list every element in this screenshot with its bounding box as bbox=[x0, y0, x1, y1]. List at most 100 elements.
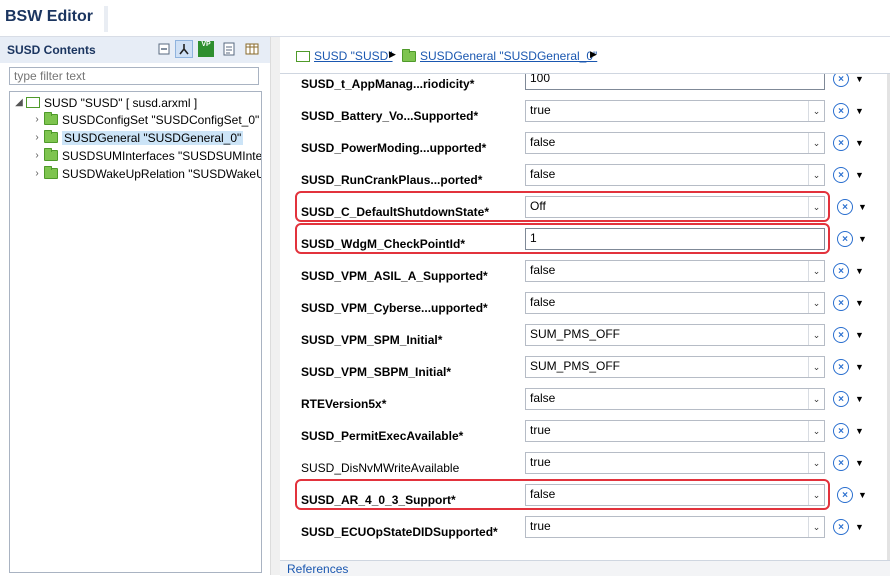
vp-res-icon[interactable]: VP bbox=[197, 40, 215, 58]
row-menu-arrow-icon[interactable]: ▼ bbox=[855, 426, 864, 436]
highlight-box bbox=[295, 479, 830, 510]
dropdown-chevron-icon[interactable]: ⌄ bbox=[808, 453, 824, 473]
table-icon[interactable] bbox=[243, 40, 261, 58]
parameter-combo[interactable]: true ⌄ bbox=[525, 516, 825, 538]
dropdown-chevron-icon[interactable]: ⌄ bbox=[808, 133, 824, 153]
row-menu-arrow-icon[interactable]: ▼ bbox=[855, 74, 864, 84]
parameter-combo[interactable]: false ⌄ bbox=[525, 260, 825, 282]
collapsed-chevron-icon[interactable]: › bbox=[32, 168, 42, 179]
breadcrumb-separator-icon: ▶ bbox=[590, 49, 597, 59]
row-menu-arrow-icon[interactable]: ▼ bbox=[855, 138, 864, 148]
dropdown-chevron-icon[interactable]: ⌄ bbox=[808, 165, 824, 185]
dropdown-chevron-icon[interactable]: ⌄ bbox=[808, 421, 824, 441]
reset-default-icon[interactable]: × bbox=[833, 167, 849, 183]
reset-default-icon[interactable]: × bbox=[833, 103, 849, 119]
folder-icon bbox=[44, 148, 58, 161]
reset-default-icon[interactable]: × bbox=[833, 359, 849, 375]
dropdown-chevron-icon[interactable]: ⌄ bbox=[808, 357, 824, 377]
parameter-row: SUSD_WdgM_CheckPointId* 1 × ▼ bbox=[280, 223, 890, 260]
collapsed-chevron-icon[interactable]: › bbox=[32, 150, 42, 161]
parameter-text-field[interactable]: 100 bbox=[525, 74, 825, 90]
row-menu-arrow-icon[interactable]: ▼ bbox=[858, 234, 867, 244]
collapsed-chevron-icon[interactable]: › bbox=[32, 132, 42, 143]
reset-default-icon[interactable]: × bbox=[837, 199, 853, 215]
parameter-combo[interactable]: true ⌄ bbox=[525, 100, 825, 122]
row-menu-arrow-icon[interactable]: ▼ bbox=[855, 170, 864, 180]
reset-default-icon[interactable]: × bbox=[833, 263, 849, 279]
reset-default-icon[interactable]: × bbox=[833, 455, 849, 471]
parameter-combo[interactable]: true ⌄ bbox=[525, 420, 825, 442]
expanded-chevron-icon[interactable]: ◢ bbox=[14, 97, 24, 108]
row-menu-arrow-icon[interactable]: ▼ bbox=[855, 106, 864, 116]
reset-default-icon[interactable]: × bbox=[833, 327, 849, 343]
tree-node-susdwakeuprelation[interactable]: › SUSDWakeUpRelation "SUSDWakeUp bbox=[32, 165, 261, 182]
row-menu-arrow-icon[interactable]: ▼ bbox=[855, 522, 864, 532]
tree-node-susdconfigset[interactable]: › SUSDConfigSet "SUSDConfigSet_0" bbox=[32, 111, 259, 128]
parameter-label: SUSD_DisNvMWriteAvailable bbox=[301, 461, 460, 475]
breadcrumb-link[interactable]: SUSD "SUSD" bbox=[314, 49, 393, 63]
row-menu-arrow-icon[interactable]: ▼ bbox=[855, 266, 864, 276]
parameter-value: SUM_PMS_OFF bbox=[530, 359, 621, 373]
parameter-value: false bbox=[530, 295, 556, 309]
tree-node-susdgeneral[interactable]: › SUSDGeneral "SUSDGeneral_0" bbox=[32, 129, 244, 146]
dropdown-chevron-icon[interactable]: ⌄ bbox=[808, 389, 824, 409]
document-icon[interactable] bbox=[220, 40, 238, 58]
parameter-row: SUSD_t_AppManag...riodicity* 100 × ▼ bbox=[280, 74, 890, 100]
parameter-value: false bbox=[530, 167, 556, 181]
folder-icon bbox=[44, 130, 58, 143]
editor-panel: SUSD "SUSD" ▶ SUSDGeneral "SUSDGeneral_0… bbox=[280, 37, 890, 576]
panel-splitter[interactable] bbox=[270, 37, 280, 575]
tree-filter-input[interactable] bbox=[9, 67, 259, 85]
link-editor-icon[interactable] bbox=[175, 40, 193, 58]
row-menu-arrow-icon[interactable]: ▼ bbox=[855, 458, 864, 468]
row-menu-arrow-icon[interactable]: ▼ bbox=[855, 298, 864, 308]
row-menu-arrow-icon[interactable]: ▼ bbox=[858, 202, 867, 212]
dropdown-chevron-icon[interactable]: ⌄ bbox=[808, 293, 824, 313]
row-menu-arrow-icon[interactable]: ▼ bbox=[855, 330, 864, 340]
parameter-combo[interactable]: SUM_PMS_OFF ⌄ bbox=[525, 356, 825, 378]
bottom-tab-bar: References bbox=[280, 560, 890, 576]
parameter-label: SUSD_VPM_Cyberse...upported* bbox=[301, 301, 488, 315]
title-separator bbox=[104, 6, 108, 32]
parameter-combo[interactable]: false ⌄ bbox=[525, 292, 825, 314]
parameter-value: true bbox=[530, 519, 551, 533]
reset-default-icon[interactable]: × bbox=[833, 423, 849, 439]
reset-default-icon[interactable]: × bbox=[833, 391, 849, 407]
dropdown-chevron-icon[interactable]: ⌄ bbox=[808, 517, 824, 537]
references-tab[interactable]: References bbox=[287, 562, 348, 576]
highlight-box bbox=[295, 223, 830, 254]
highlight-box bbox=[295, 191, 830, 222]
tree-node-label: SUSDSUMInterfaces "SUSDSUMInterf bbox=[62, 148, 262, 163]
reset-default-icon[interactable]: × bbox=[833, 74, 849, 87]
breadcrumb-link[interactable]: SUSDGeneral "SUSDGeneral_0" bbox=[420, 49, 597, 63]
parameter-combo[interactable]: false ⌄ bbox=[525, 164, 825, 186]
row-menu-arrow-icon[interactable]: ▼ bbox=[855, 362, 864, 372]
reset-default-icon[interactable]: × bbox=[837, 231, 853, 247]
tree-node-susd[interactable]: ◢ SUSD "SUSD" [ susd.arxml ] bbox=[14, 94, 197, 111]
dropdown-chevron-icon[interactable]: ⌄ bbox=[808, 261, 824, 281]
collapsed-chevron-icon[interactable]: › bbox=[32, 114, 42, 125]
collapse-all-icon[interactable] bbox=[155, 40, 173, 58]
parameter-value: true bbox=[530, 455, 551, 469]
breadcrumb-item-susdgeneral[interactable]: SUSDGeneral "SUSDGeneral_0" bbox=[402, 48, 597, 63]
reset-default-icon[interactable]: × bbox=[837, 487, 853, 503]
breadcrumb-item-susd[interactable]: SUSD "SUSD" bbox=[296, 49, 393, 63]
row-menu-arrow-icon[interactable]: ▼ bbox=[855, 394, 864, 404]
parameter-value: true bbox=[530, 103, 551, 117]
parameter-combo[interactable]: true ⌄ bbox=[525, 452, 825, 474]
vp-res-label: VP bbox=[198, 41, 214, 57]
reset-default-icon[interactable]: × bbox=[833, 519, 849, 535]
parameter-list: SUSD_t_AppManag...riodicity* 100 × ▼ SUSD_Ba… bbox=[280, 74, 890, 560]
row-menu-arrow-icon[interactable]: ▼ bbox=[858, 490, 867, 500]
parameter-row: SUSD_VPM_ASIL_A_Supported* false ⌄ × ▼ bbox=[280, 260, 890, 292]
parameter-combo[interactable]: false ⌄ bbox=[525, 132, 825, 154]
reset-default-icon[interactable]: × bbox=[833, 295, 849, 311]
reset-default-icon[interactable]: × bbox=[833, 135, 849, 151]
parameter-combo[interactable]: false ⌄ bbox=[525, 388, 825, 410]
parameter-label: SUSD_PermitExecAvailable* bbox=[301, 429, 464, 443]
parameter-value: SUM_PMS_OFF bbox=[530, 327, 621, 341]
tree-node-susdsuminterfaces[interactable]: › SUSDSUMInterfaces "SUSDSUMInterf bbox=[32, 147, 262, 164]
parameter-combo[interactable]: SUM_PMS_OFF ⌄ bbox=[525, 324, 825, 346]
dropdown-chevron-icon[interactable]: ⌄ bbox=[808, 325, 824, 345]
dropdown-chevron-icon[interactable]: ⌄ bbox=[808, 101, 824, 121]
